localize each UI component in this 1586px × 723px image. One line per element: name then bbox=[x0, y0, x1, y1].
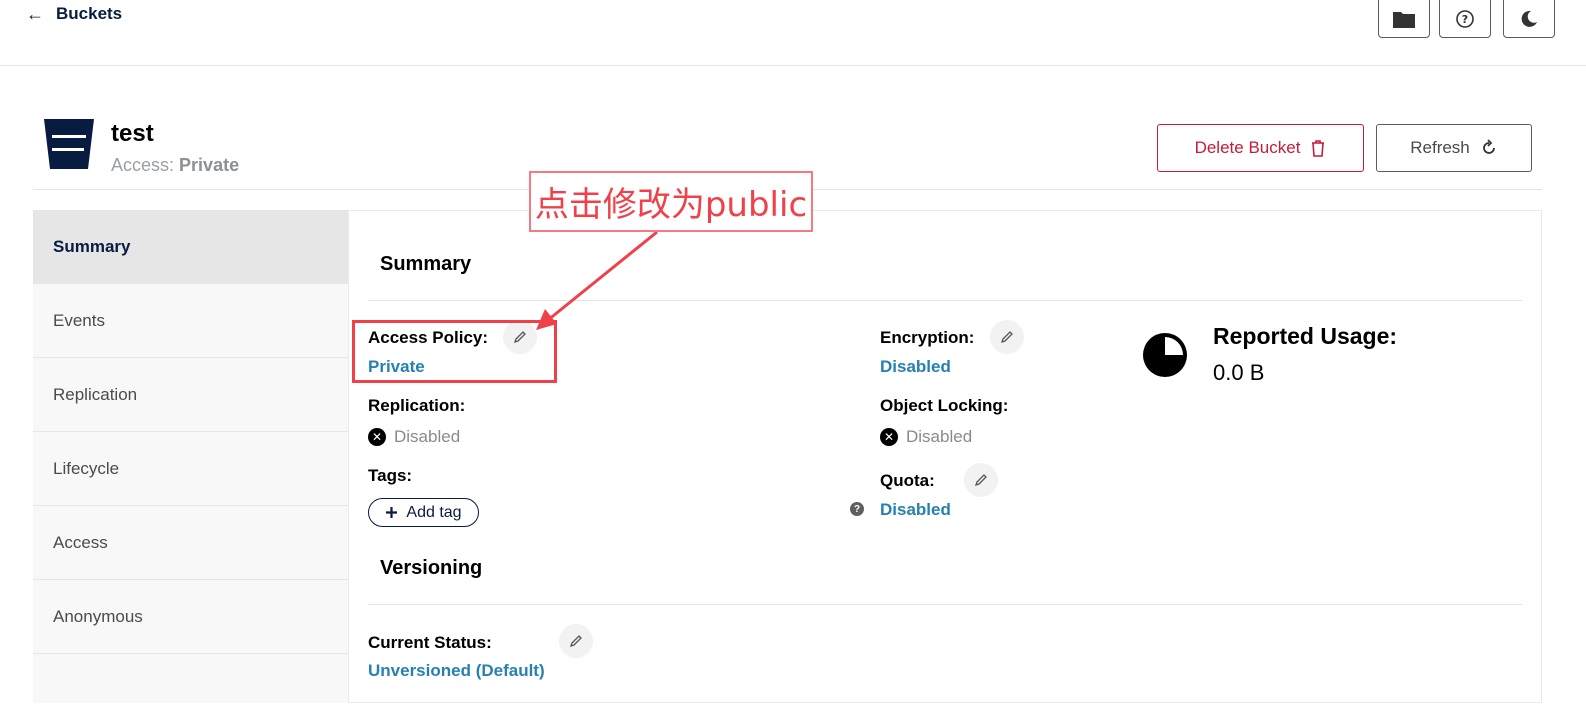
back-label: Buckets bbox=[56, 4, 123, 23]
sidebar-item-label: Anonymous bbox=[53, 606, 143, 626]
top-bar: ← Buckets ? bbox=[0, 0, 1586, 66]
bucket-name: test bbox=[111, 120, 154, 147]
svg-text:?: ? bbox=[1462, 13, 1468, 26]
current-status-label: Current Status: bbox=[368, 633, 492, 652]
sidebar-item-lifecycle[interactable]: Lifecycle bbox=[33, 432, 348, 506]
object-locking-value: Disabled bbox=[906, 427, 973, 446]
help-button[interactable]: ? bbox=[1439, 0, 1491, 38]
encryption-value: Disabled bbox=[880, 357, 951, 376]
trash-icon bbox=[1312, 140, 1325, 157]
reported-usage-label: Reported Usage: bbox=[1213, 323, 1398, 349]
versioning-divider bbox=[368, 604, 1522, 605]
replication-label: Replication: bbox=[368, 396, 466, 415]
add-tag-label: Add tag bbox=[406, 503, 462, 521]
sidebar-item-label: Replication bbox=[53, 384, 138, 404]
sidebar-item-label: Summary bbox=[53, 236, 131, 256]
bucket-icon bbox=[44, 119, 94, 169]
sidebar-item-access[interactable]: Access bbox=[33, 506, 348, 580]
pencil-icon bbox=[569, 635, 582, 648]
sidebar-item-anonymous[interactable]: Anonymous bbox=[33, 580, 348, 654]
quota-value: Disabled bbox=[880, 500, 951, 519]
pencil-icon bbox=[974, 474, 987, 487]
refresh-icon bbox=[1482, 139, 1495, 154]
edit-quota-button[interactable] bbox=[964, 463, 998, 497]
moon-icon bbox=[1521, 10, 1537, 27]
pencil-icon bbox=[1000, 331, 1013, 344]
refresh-button[interactable]: Refresh bbox=[1376, 124, 1532, 172]
sidebar-item-summary[interactable]: Summary bbox=[33, 210, 348, 284]
help-circle-icon: ? bbox=[1456, 10, 1474, 28]
edit-encryption-button[interactable] bbox=[990, 320, 1024, 354]
summary-title: Summary bbox=[380, 253, 472, 275]
refresh-label: Refresh bbox=[1410, 138, 1470, 157]
sidebar-item-events[interactable]: Events bbox=[33, 284, 348, 358]
summary-divider bbox=[368, 300, 1522, 301]
edit-versioning-button[interactable] bbox=[559, 624, 593, 658]
annotation-highlight-box bbox=[352, 320, 557, 383]
bucket-sidebar: Summary Events Replication Lifecycle Acc… bbox=[33, 210, 349, 703]
object-locking-label: Object Locking: bbox=[880, 396, 1009, 415]
delete-bucket-button[interactable]: Delete Bucket bbox=[1157, 124, 1364, 172]
usage-pie-icon bbox=[1143, 333, 1187, 377]
back-to-buckets-link[interactable]: ← Buckets bbox=[26, 4, 122, 24]
add-tag-button[interactable]: Add tag bbox=[368, 498, 479, 527]
plus-icon bbox=[386, 507, 398, 518]
encryption-label: Encryption: bbox=[880, 328, 975, 347]
annotation-text: 点击修改为public bbox=[534, 185, 808, 225]
arrow-left-icon: ← bbox=[26, 3, 44, 24]
replication-status: ✕ Disabled bbox=[368, 427, 460, 447]
quota-help-icon[interactable]: ? bbox=[850, 502, 864, 516]
tags-label: Tags: bbox=[368, 466, 413, 485]
quota-label: Quota: bbox=[880, 471, 935, 490]
annotation-callout: 点击修改为public bbox=[529, 171, 813, 232]
folder-icon bbox=[1393, 12, 1415, 28]
replication-value: Disabled bbox=[394, 427, 461, 446]
bucket-access-label: Access: bbox=[111, 155, 175, 175]
dark-mode-toggle[interactable] bbox=[1503, 0, 1555, 38]
bucket-access-value: Private bbox=[179, 155, 240, 175]
reported-usage-value: 0.0 B bbox=[1213, 360, 1265, 385]
versioning-title: Versioning bbox=[380, 557, 483, 579]
disabled-x-icon: ✕ bbox=[880, 428, 898, 446]
sidebar-item-replication[interactable]: Replication bbox=[33, 358, 348, 432]
versioning-status-value: Unversioned (Default) bbox=[368, 661, 545, 680]
delete-bucket-label: Delete Bucket bbox=[1194, 138, 1301, 157]
bucket-access: Access: Private bbox=[111, 155, 239, 176]
disabled-x-icon: ✕ bbox=[368, 428, 386, 446]
sidebar-item-label: Access bbox=[53, 532, 108, 552]
sidebar-item-label: Lifecycle bbox=[53, 458, 120, 478]
object-locking-status: ✕ Disabled bbox=[880, 427, 972, 447]
object-browser-button[interactable] bbox=[1378, 0, 1430, 38]
sidebar-item-label: Events bbox=[53, 310, 105, 330]
